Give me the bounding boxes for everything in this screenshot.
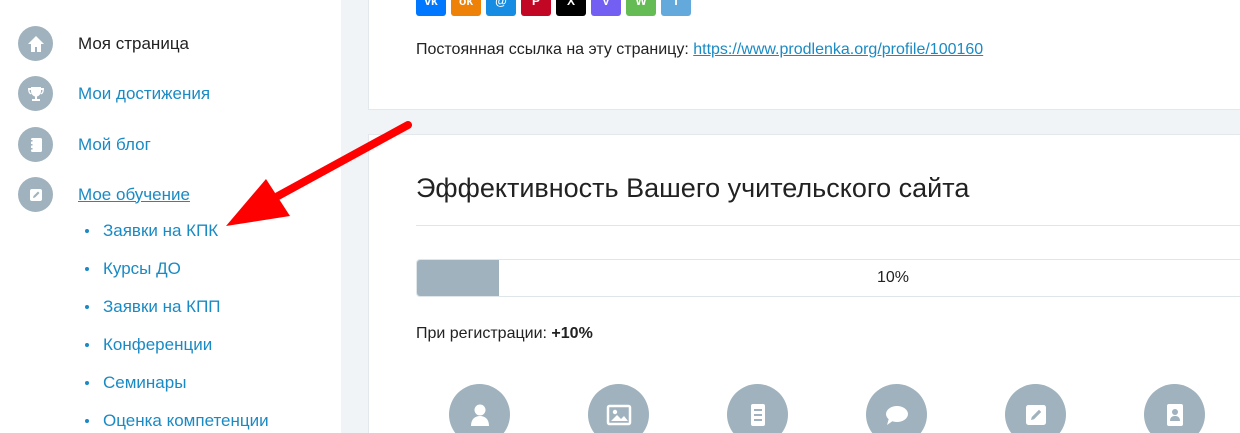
permalink-link[interactable]: https://www.prodlenka.org/profile/100160 [693, 41, 983, 58]
submenu-item-label: Семинары [103, 373, 187, 392]
vk-icon[interactable]: vk [416, 0, 446, 16]
sidebar-item-achievements[interactable]: Мои достижения [18, 76, 210, 111]
registration-bonus: При регистрации: +10% [416, 325, 593, 343]
submenu-item-label: Оценка компетенции [103, 411, 269, 430]
edit-icon[interactable] [1005, 384, 1066, 433]
x-icon[interactable]: X [556, 0, 586, 16]
odnoklassniki-icon[interactable]: ok [451, 0, 481, 16]
submenu-item-label: Курсы ДО [103, 259, 181, 278]
viber-icon[interactable]: V [591, 0, 621, 16]
submenu-item-conferences[interactable]: Конференции [85, 326, 269, 364]
chat-icon[interactable] [866, 384, 927, 433]
main-content: vk ok @ P X V W T Постоянная ссылка на эту стра… [368, 0, 1240, 433]
progress-text: 10% [876, 269, 910, 286]
mailru-icon[interactable]: @ [486, 0, 516, 16]
registration-value: +10% [551, 325, 593, 342]
sidebar: Моя страница Мои достижения Мой блог Мое… [0, 0, 341, 433]
sidebar-item-my-page[interactable]: Моя страница [18, 26, 189, 61]
bullet [85, 419, 89, 423]
sidebar-item-label: Мое обучение [78, 184, 190, 204]
bullet [85, 343, 89, 347]
pinterest-icon[interactable]: P [521, 0, 551, 16]
bullet [85, 229, 89, 233]
telegram-icon[interactable]: T [661, 0, 691, 16]
share-buttons: vk ok @ P X V W T [416, 0, 691, 16]
image-icon[interactable] [588, 384, 649, 433]
document-icon[interactable] [727, 384, 788, 433]
submenu-item-kpk-applications[interactable]: Заявки на КПК [85, 212, 269, 250]
whatsapp-icon[interactable]: W [626, 0, 656, 16]
submenu-item-label: Заявки на КПК [103, 221, 219, 240]
registration-label: При регистрации: [416, 325, 547, 342]
permalink-label: Постоянная ссылка на эту страницу: [416, 41, 689, 58]
bullet [85, 305, 89, 309]
trophy-icon [18, 76, 53, 111]
sidebar-item-blog[interactable]: Мой блог [18, 127, 151, 162]
submenu-item-kpp-applications[interactable]: Заявки на КПП [85, 288, 269, 326]
notebook-icon [18, 127, 53, 162]
effectiveness-title: Эффективность Вашего учительского сайта [416, 173, 970, 203]
sidebar-divider [341, 0, 368, 433]
home-icon [18, 26, 53, 61]
effectiveness-progress-bar: 10% [416, 259, 1240, 297]
divider [416, 225, 1240, 226]
submenu-item-label: Конференции [103, 335, 213, 354]
permalink: Постоянная ссылка на эту страницу: https… [416, 41, 983, 59]
edit-icon [18, 177, 53, 212]
submenu-item-do-courses[interactable]: Курсы ДО [85, 250, 269, 288]
bullet [85, 267, 89, 271]
sidebar-item-label: Моя страница [78, 33, 190, 53]
submenu-item-competence-assessment[interactable]: Оценка компетенции [85, 402, 269, 433]
bullet [85, 381, 89, 385]
sidebar-item-label: Мой блог [78, 134, 151, 154]
feature-icons [449, 384, 1205, 433]
submenu-item-label: Заявки на КПП [103, 297, 221, 316]
certificate-icon[interactable] [1144, 384, 1205, 433]
sidebar-item-my-learning[interactable]: Мое обучение [18, 177, 190, 212]
share-card: vk ok @ P X V W T Постоянная ссылка на эту стра… [368, 0, 1240, 110]
effectiveness-card: Эффективность Вашего учительского сайта … [368, 134, 1240, 433]
learning-submenu: Заявки на КПК Курсы ДО Заявки на КПП Кон… [85, 212, 269, 433]
submenu-item-seminars[interactable]: Семинары [85, 364, 269, 402]
profile-icon[interactable] [449, 384, 510, 433]
sidebar-item-label: Мои достижения [78, 83, 211, 103]
